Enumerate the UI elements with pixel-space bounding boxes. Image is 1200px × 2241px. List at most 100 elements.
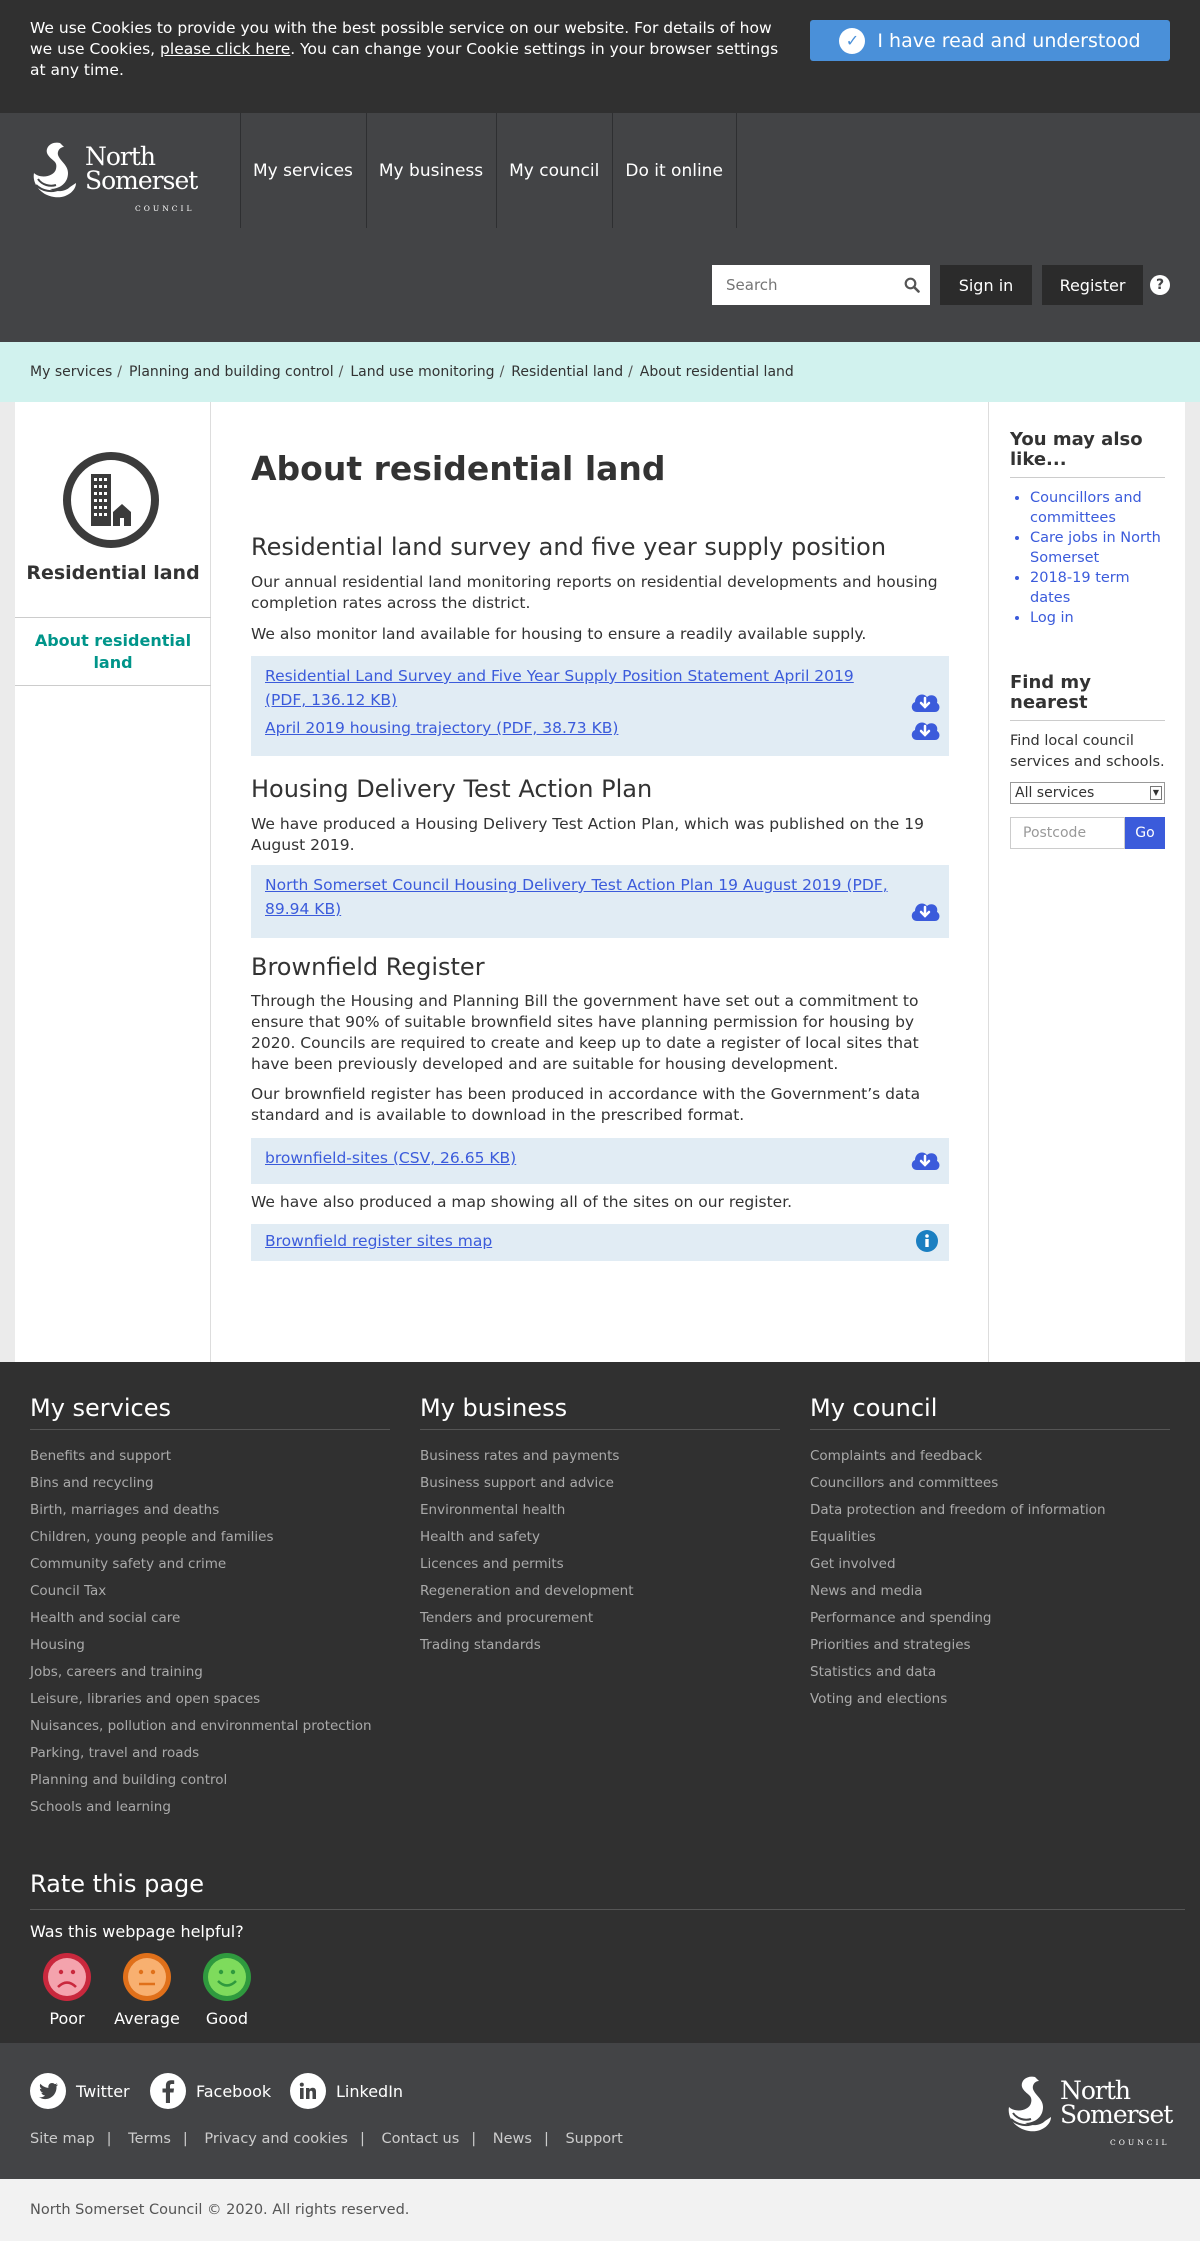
footer-link[interactable]: Benefits and support <box>30 1443 390 1470</box>
postcode-input[interactable]: Postcode <box>1010 817 1125 849</box>
left-sidebar: Residential land About residential land <box>15 402 211 1362</box>
also-like-link[interactable]: 2018-19 term dates <box>1030 568 1170 608</box>
footer-link[interactable]: Schools and learning <box>30 1794 390 1821</box>
footer-link[interactable]: Voting and elections <box>810 1686 1170 1713</box>
footer-link[interactable]: Statistics and data <box>810 1659 1170 1686</box>
download-link[interactable]: North Somerset Council Housing Delivery … <box>265 873 940 921</box>
cloud-download-icon <box>911 903 940 921</box>
find-nearest-text: Find local council services and schools. <box>1010 733 1165 770</box>
footer-link[interactable]: Trading standards <box>420 1632 780 1659</box>
footer-link[interactable]: News and media <box>810 1578 1170 1605</box>
footer-link[interactable]: Regeneration and development <box>420 1578 780 1605</box>
land-survey-supply: We also monitor land available for housi… <box>251 625 867 643</box>
sidebar-title: Residential land <box>26 562 200 584</box>
footer-link[interactable]: Planning and building control <box>30 1767 390 1794</box>
breadcrumb-item[interactable]: Planning and building control <box>129 364 334 380</box>
sidebar-item-about[interactable]: About residential land <box>15 630 211 674</box>
footer-link[interactable]: Health and social care <box>30 1605 390 1632</box>
footer-link[interactable]: Councillors and committees <box>810 1470 1170 1497</box>
footer-link[interactable]: Jobs, careers and training <box>30 1659 390 1686</box>
linkedin-icon <box>290 2073 326 2109</box>
footer-link[interactable]: Birth, marriages and deaths <box>30 1497 390 1524</box>
breadcrumb-separator: / <box>338 364 344 380</box>
rating-label-good: Good <box>205 2009 249 2028</box>
footer-link[interactable]: Leisure, libraries and open spaces <box>30 1686 390 1713</box>
also-like-link[interactable]: Log in <box>1030 608 1170 628</box>
site-header: North Somerset COUNCIL My services My bu… <box>0 113 1200 342</box>
divider <box>1010 477 1165 478</box>
linkedin-link[interactable]: LinkedIn <box>290 2073 403 2109</box>
footer-link[interactable]: Business support and advice <box>420 1470 780 1497</box>
go-button[interactable]: Go <box>1125 817 1165 849</box>
footer-link[interactable]: Community safety and crime <box>30 1551 390 1578</box>
footer-link[interactable]: Priorities and strategies <box>810 1632 1170 1659</box>
footer-link[interactable]: Equalities <box>810 1524 1170 1551</box>
main-content: About residential land Residential land … <box>211 402 989 1362</box>
building-icon <box>63 452 159 548</box>
find-nearest-heading: Find my nearest <box>1010 672 1091 713</box>
breadcrumb-item[interactable]: My services <box>30 364 112 380</box>
footer-link[interactable]: Environmental health <box>420 1497 780 1524</box>
service-select[interactable]: All services ▼ <box>1010 782 1165 804</box>
search-input[interactable] <box>712 265 892 305</box>
footer-heading: My services <box>30 1394 390 1430</box>
map-link-box: Brownfield register sites map <box>251 1224 949 1261</box>
footer-links: Site map | Terms | Privacy and cookies | Co… <box>30 2131 623 2147</box>
footer-link[interactable]: Business rates and payments <box>420 1443 780 1470</box>
footer-link[interactable]: Licences and permits <box>420 1551 780 1578</box>
cloud-download-icon <box>911 1152 940 1170</box>
help-icon[interactable]: ? <box>1150 275 1170 295</box>
map-link[interactable]: Brownfield register sites map <box>265 1229 938 1253</box>
breadcrumb-item[interactable]: Land use monitoring <box>350 364 494 380</box>
sad-face-icon[interactable] <box>42 1952 92 2002</box>
footer-link[interactable]: Bins and recycling <box>30 1470 390 1497</box>
nav-my-services[interactable]: My services <box>240 113 366 228</box>
footer-link-support[interactable]: Support <box>565 2131 622 2147</box>
footer-link-terms[interactable]: Terms <box>128 2131 171 2147</box>
download-box: Residential Land Survey and Five Year Su… <box>251 656 949 756</box>
divider <box>1010 720 1165 721</box>
footer-link[interactable]: Parking, travel and roads <box>30 1740 390 1767</box>
footer-link-contact[interactable]: Contact us <box>382 2131 460 2147</box>
cookie-policy-link[interactable]: please click here <box>160 40 290 58</box>
nav-do-it-online[interactable]: Do it online <box>612 113 737 228</box>
breadcrumb-separator: / <box>499 364 505 380</box>
breadcrumb-item[interactable]: Residential land <box>511 364 623 380</box>
download-link[interactable]: Residential Land Survey and Five Year Su… <box>265 664 940 712</box>
footer-link[interactable]: Children, young people and families <box>30 1524 390 1551</box>
footer-link-privacy[interactable]: Privacy and cookies <box>204 2131 348 2147</box>
sign-in-button[interactable]: Sign in <box>940 265 1032 305</box>
also-like-list: Councillors and committees Care jobs in … <box>1030 488 1170 628</box>
download-link[interactable]: brownfield-sites (CSV, 26.65 KB) <box>265 1146 940 1170</box>
download-link[interactable]: April 2019 housing trajectory (PDF, 38.7… <box>265 716 940 740</box>
footer-link[interactable]: Council Tax <box>30 1578 390 1605</box>
footer-link[interactable]: Complaints and feedback <box>810 1443 1170 1470</box>
footer-link[interactable]: Nuisances, pollution and environmental p… <box>30 1713 390 1740</box>
nav-my-council[interactable]: My council <box>496 113 612 228</box>
footer-link[interactable]: Health and safety <box>420 1524 780 1551</box>
twitter-link[interactable]: Twitter <box>30 2073 130 2109</box>
neutral-face-icon[interactable] <box>122 1952 172 2002</box>
page-title: About residential land <box>251 449 666 488</box>
search-icon[interactable] <box>904 277 920 293</box>
facebook-link[interactable]: Facebook <box>150 2073 271 2109</box>
register-button[interactable]: Register <box>1042 265 1143 305</box>
footer-link-site-map[interactable]: Site map <box>30 2131 95 2147</box>
also-like-link[interactable]: Councillors and committees <box>1030 488 1170 528</box>
footer-link[interactable]: Data protection and freedom of informati… <box>810 1497 1170 1524</box>
footer-link-news[interactable]: News <box>493 2131 532 2147</box>
linkedin-label: LinkedIn <box>336 2081 404 2101</box>
happy-face-icon[interactable] <box>202 1952 252 2002</box>
copyright: North Somerset Council © 2020. All right… <box>0 2179 1200 2241</box>
download-box: brownfield-sites (CSV, 26.65 KB) <box>251 1138 949 1184</box>
council-logo[interactable]: North Somerset COUNCIL <box>30 139 200 213</box>
nav-my-business[interactable]: My business <box>365 113 496 228</box>
cookie-accept-button[interactable]: ✓ I have read and understood <box>810 20 1170 61</box>
footer-my-business: My business Business rates and payments … <box>420 1394 780 1659</box>
footer-link[interactable]: Get involved <box>810 1551 1170 1578</box>
footer-link[interactable]: Housing <box>30 1632 390 1659</box>
footer-link[interactable]: Performance and spending <box>810 1605 1170 1632</box>
also-like-link[interactable]: Care jobs in North Somerset <box>1030 528 1170 568</box>
footer-logo[interactable]: North Somerset COUNCIL <box>1005 2073 1175 2147</box>
footer-link[interactable]: Tenders and procurement <box>420 1605 780 1632</box>
